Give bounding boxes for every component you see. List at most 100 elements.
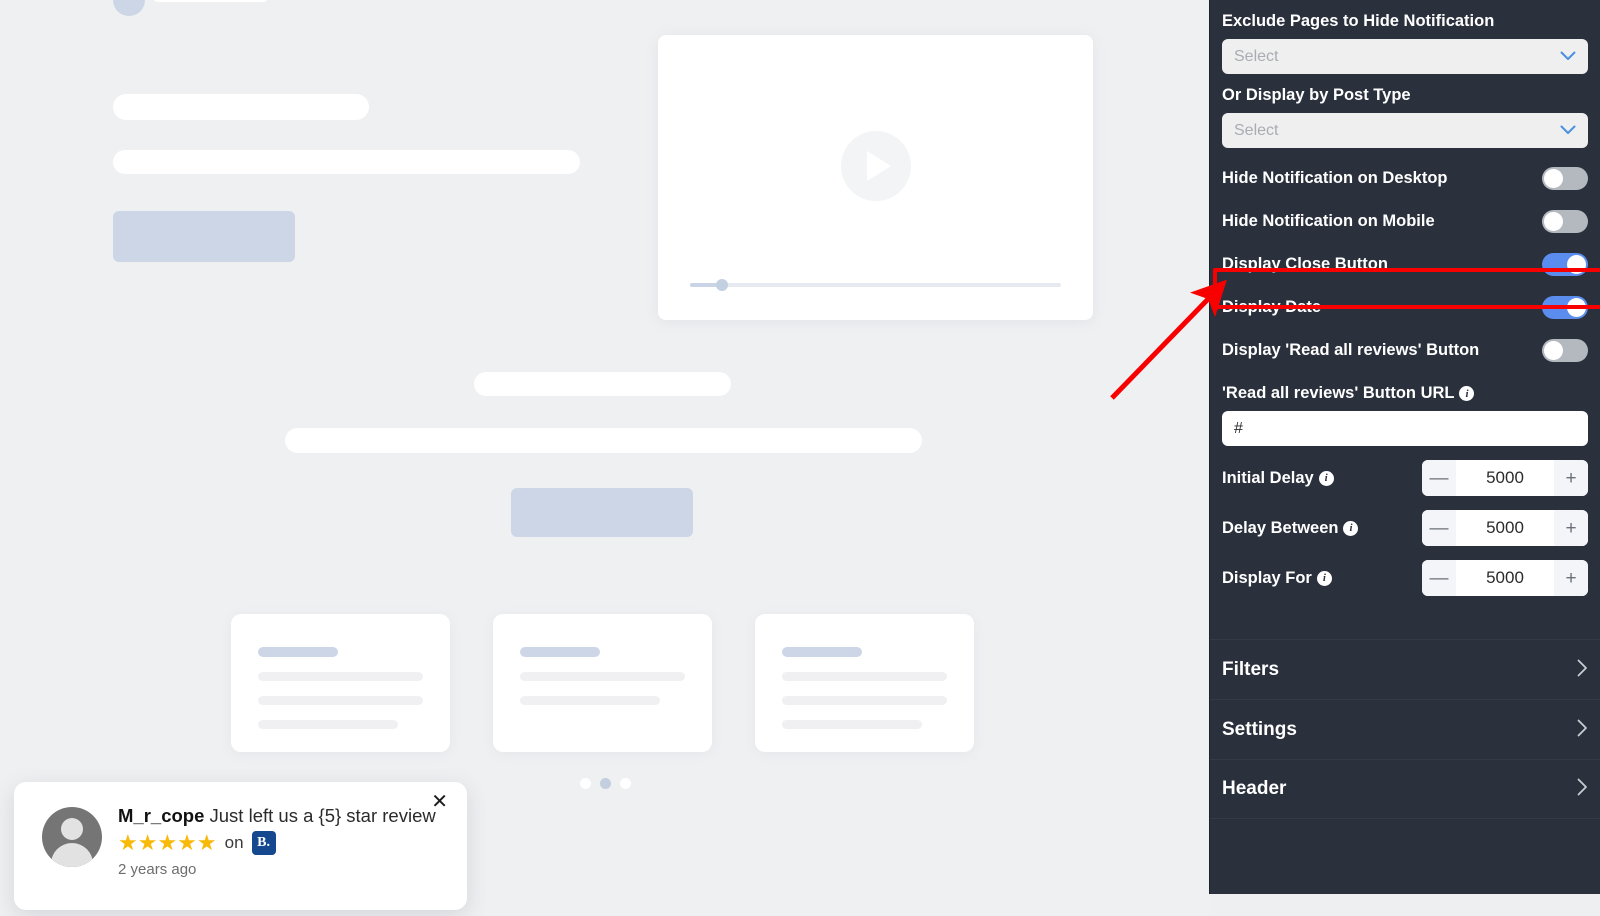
chevron-right-icon	[1577, 719, 1588, 741]
exclude-pages-select[interactable]: Select	[1222, 39, 1588, 74]
toggle-row-display-date[interactable]: Display Date	[1222, 286, 1588, 329]
info-icon[interactable]: i	[1316, 570, 1332, 586]
read-all-url-input[interactable]: #	[1222, 411, 1588, 446]
chevron-down-icon	[1560, 49, 1576, 64]
toggle-hide-notification-mobile[interactable]	[1542, 210, 1588, 233]
toggle-display-read-all-reviews[interactable]	[1542, 339, 1588, 362]
carousel-dots[interactable]	[580, 778, 631, 789]
display-for-value[interactable]: 5000	[1456, 560, 1554, 596]
chevron-right-icon	[1577, 778, 1588, 800]
delay-between-stepper[interactable]: — 5000 +	[1422, 510, 1588, 546]
increment-button[interactable]: +	[1554, 510, 1588, 546]
skeleton-card-2	[493, 614, 712, 752]
skeleton-hero-button	[113, 211, 295, 262]
review-notification-popup[interactable]: M_r_cope Just left us a {5} star review …	[14, 782, 467, 910]
skeleton-mid-button	[511, 488, 693, 537]
review-on-label: on	[224, 833, 244, 852]
carousel-dot-active[interactable]	[600, 778, 611, 789]
stepper-row-delay-between: Delay Between i — 5000 +	[1222, 503, 1588, 553]
stepper-label-text: Initial Delay	[1222, 468, 1314, 487]
toggle-label: Display Close Button	[1222, 255, 1388, 273]
video-placeholder-card[interactable]	[658, 35, 1093, 320]
review-popup-body: M_r_cope Just left us a {5} star review …	[118, 804, 455, 878]
accordion-item-header[interactable]: Header	[1210, 759, 1600, 819]
toggle-row-hide-mobile[interactable]: Hide Notification on Mobile	[1222, 200, 1588, 243]
carousel-dot[interactable]	[580, 778, 591, 789]
play-triangle-icon	[866, 151, 891, 182]
stepper-row-display-for: Display For i — 5000 +	[1222, 553, 1588, 603]
skeleton-card-heading	[258, 647, 338, 657]
toggle-label: Display 'Read all reviews' Button	[1222, 341, 1480, 359]
accordion-label: Settings	[1222, 718, 1297, 740]
toggle-label: Display Date	[1222, 298, 1322, 316]
skeleton-card-3	[755, 614, 974, 752]
avatar-head-shape	[61, 818, 83, 840]
post-type-label: Or Display by Post Type	[1222, 86, 1411, 104]
close-icon[interactable]: ✕	[425, 788, 454, 816]
accordion-item-settings[interactable]: Settings	[1210, 699, 1600, 759]
review-message: Just left us a {5} star review	[209, 805, 436, 826]
skeleton-card-line	[258, 720, 398, 729]
toggle-label: Hide Notification on Desktop	[1222, 169, 1448, 187]
delay-between-value[interactable]: 5000	[1456, 510, 1554, 546]
review-headline: M_r_cope Just left us a {5} star review	[118, 804, 455, 828]
play-icon[interactable]	[840, 131, 911, 202]
settings-panel-content: Exclude Pages to Hide Notification Selec…	[1210, 0, 1600, 603]
accordion-label: Filters	[1222, 658, 1280, 680]
post-type-placeholder: Select	[1234, 121, 1279, 139]
skeleton-mid-line-1	[474, 372, 731, 396]
post-type-select[interactable]: Select	[1222, 113, 1588, 148]
skeleton-card-line	[520, 672, 685, 681]
skeleton-top-bar	[153, 0, 268, 2]
toggle-hide-notification-desktop[interactable]	[1542, 167, 1588, 190]
stepper-label: Display For i	[1222, 569, 1332, 588]
info-icon[interactable]: i	[1459, 386, 1475, 402]
accordion-label: Header	[1222, 778, 1287, 799]
website-preview-area: M_r_cope Just left us a {5} star review …	[0, 0, 1209, 916]
stepper-label: Delay Between i	[1222, 518, 1359, 538]
toggle-row-display-close-button[interactable]: Display Close Button	[1222, 243, 1588, 286]
skeleton-hero-line-2	[113, 150, 580, 174]
skeleton-card-line	[782, 720, 922, 729]
toggle-knob	[1567, 298, 1586, 317]
skeleton-hero-line-1	[113, 94, 369, 120]
toggle-knob	[1567, 255, 1586, 274]
stepper-row-initial-delay: Initial Delay i — 5000 +	[1222, 453, 1588, 503]
toggle-row-display-read-all-reviews[interactable]: Display 'Read all reviews' Button	[1222, 329, 1588, 372]
review-rating-row: ★★★★★ on B.	[118, 831, 455, 855]
accordion-sections: Filters Settings Header	[1210, 639, 1600, 819]
info-icon[interactable]: i	[1343, 520, 1359, 536]
video-progress-track[interactable]	[690, 279, 1061, 291]
toggle-display-date[interactable]	[1542, 296, 1588, 319]
skeleton-card-heading	[782, 647, 862, 657]
read-all-url-label-text: 'Read all reviews' Button URL	[1222, 384, 1455, 402]
read-all-url-value: #	[1234, 419, 1243, 437]
exclude-pages-placeholder: Select	[1234, 47, 1279, 65]
increment-button[interactable]: +	[1554, 460, 1588, 496]
skeleton-card-1	[231, 614, 450, 752]
increment-button[interactable]: +	[1554, 560, 1588, 596]
settings-panel: Exclude Pages to Hide Notification Selec…	[1209, 0, 1600, 894]
toggle-display-close-button[interactable]	[1542, 253, 1588, 276]
skeleton-card-line	[258, 672, 423, 681]
toggle-row-hide-desktop[interactable]: Hide Notification on Desktop	[1222, 157, 1588, 200]
skeleton-mid-line-2	[285, 428, 922, 453]
carousel-dot[interactable]	[620, 778, 631, 789]
decrement-button[interactable]: —	[1422, 510, 1456, 546]
read-all-url-label: 'Read all reviews' Button URL i	[1222, 372, 1588, 411]
info-icon[interactable]: i	[1318, 470, 1334, 486]
display-for-stepper[interactable]: — 5000 +	[1422, 560, 1588, 596]
toggle-knob	[1544, 341, 1563, 360]
avatar-body-shape	[51, 843, 93, 867]
decrement-button[interactable]: —	[1422, 560, 1456, 596]
stepper-label-text: Delay Between	[1222, 518, 1339, 537]
accordion-item-filters[interactable]: Filters	[1210, 639, 1600, 699]
decrement-button[interactable]: —	[1422, 460, 1456, 496]
toggle-knob	[1544, 169, 1563, 188]
initial-delay-value[interactable]: 5000	[1456, 460, 1554, 496]
screen-root: M_r_cope Just left us a {5} star review …	[0, 0, 1600, 916]
video-progress-knob[interactable]	[716, 279, 728, 291]
initial-delay-stepper[interactable]: — 5000 +	[1422, 460, 1588, 496]
skeleton-card-line	[520, 696, 660, 705]
skeleton-card-line	[782, 696, 947, 705]
